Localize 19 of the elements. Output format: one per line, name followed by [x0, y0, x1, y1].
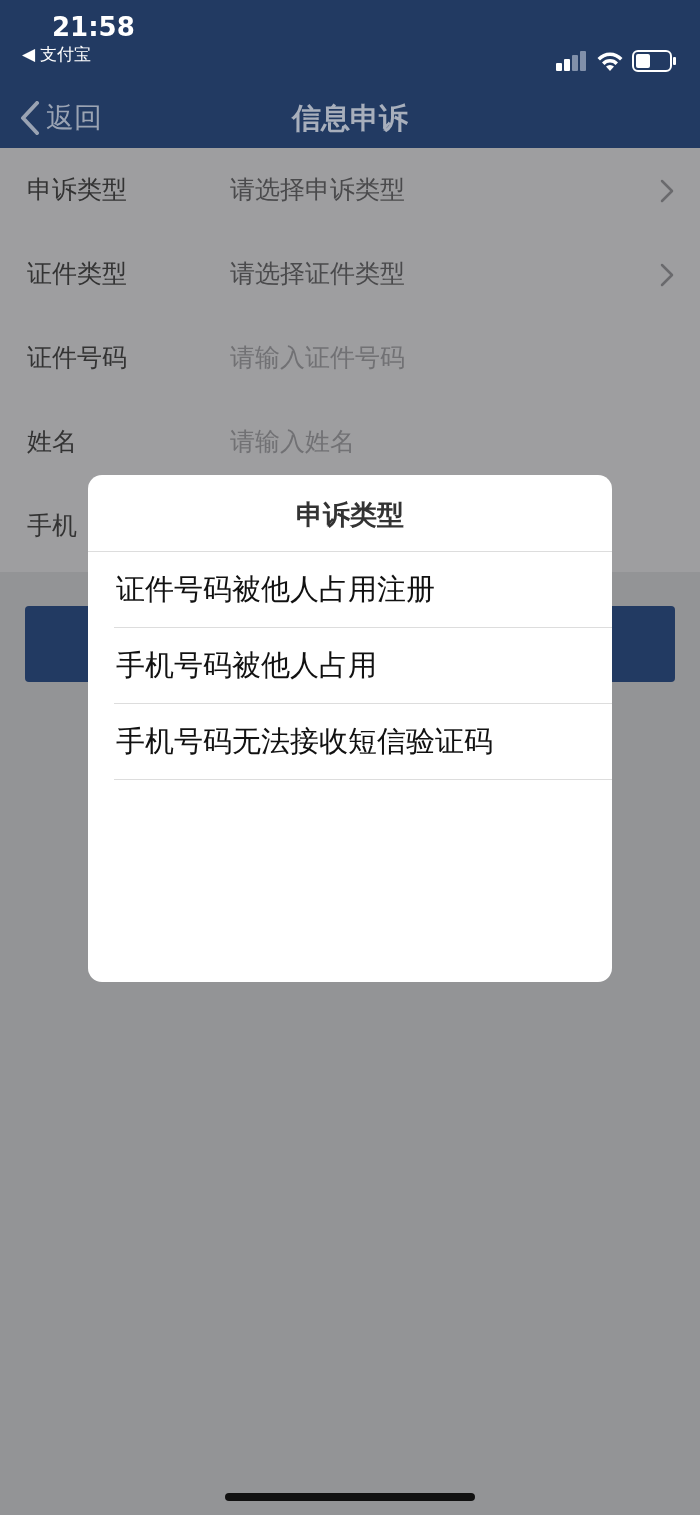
dialog-option[interactable]: 证件号码被他人占用注册	[114, 552, 612, 628]
field-label: 申诉类型	[27, 174, 128, 207]
chevron-right-icon	[660, 263, 674, 288]
field-label: 姓名	[27, 426, 78, 459]
dialog-title: 申诉类型	[88, 475, 612, 552]
back-button[interactable]: 返回	[0, 88, 102, 148]
dialog-option[interactable]: 手机号码无法接收短信验证码	[114, 704, 612, 780]
field-label: 证件号码	[27, 342, 128, 375]
chevron-right-icon	[660, 179, 674, 204]
back-to-app-link[interactable]: ◀ 支付宝	[22, 46, 135, 63]
status-time: 21:58	[52, 14, 135, 40]
page-title: 信息申诉	[292, 101, 408, 135]
chevron-left-icon	[20, 101, 40, 135]
field-label: 证件类型	[27, 258, 128, 291]
battery-icon	[632, 50, 676, 72]
field-label: 手机	[27, 510, 78, 543]
wifi-icon	[596, 51, 624, 71]
signal-icon	[556, 51, 588, 71]
dialog-option[interactable]: 手机号码被他人占用	[114, 628, 612, 704]
